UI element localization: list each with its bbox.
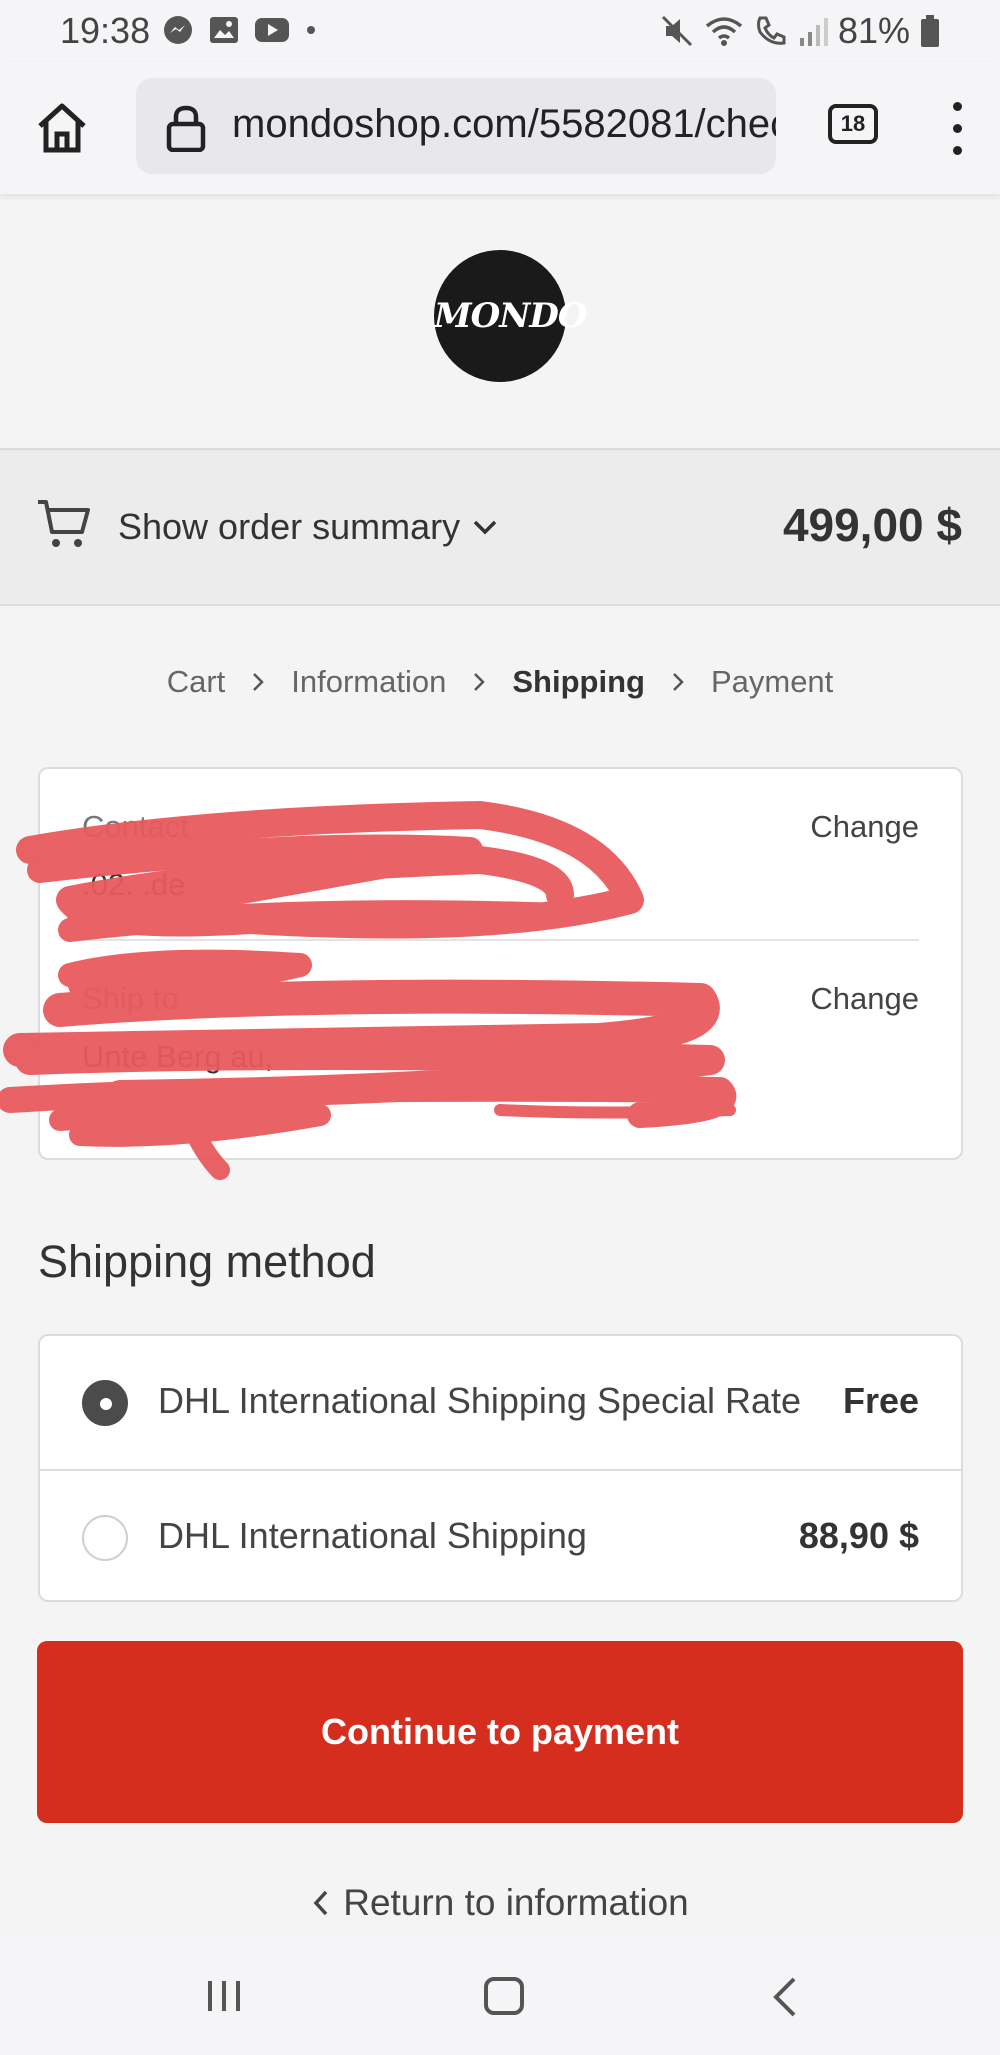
shipping-option[interactable]: DHL International Shipping Special Rate … <box>40 1336 961 1469</box>
address-bar[interactable]: mondoshop.com/5582081/checkouts <box>136 78 776 174</box>
status-bar: 19:38 81% <box>0 0 1000 62</box>
chevron-right-icon <box>673 673 684 691</box>
cart-icon <box>38 500 90 547</box>
show-order-summary-toggle[interactable]: Show order summary <box>118 506 498 548</box>
contact-value: .02. .de <box>82 867 186 902</box>
site-header: MONDO <box>0 194 1000 450</box>
order-summary-label: Show order summary <box>118 506 461 547</box>
shipping-option[interactable]: DHL International Shipping 88,90 $ <box>40 1469 961 1602</box>
breadcrumb-shipping: Shipping <box>512 664 645 699</box>
return-label: Return to information <box>343 1882 689 1923</box>
lock-icon <box>166 105 206 152</box>
system-indicators: 81% <box>660 10 940 52</box>
contact-label: Contact <box>82 809 189 844</box>
mute-icon <box>661 15 692 47</box>
radio-selected[interactable] <box>82 1380 128 1426</box>
shipping-option-name: DHL International Shipping <box>158 1515 587 1556</box>
ship-to-row: Ship to Unte Berg au, Change <box>82 981 919 1075</box>
ship-to-value: Unte Berg au, <box>82 1039 274 1074</box>
shipping-method-title: Shipping method <box>38 1236 376 1287</box>
call-icon <box>756 16 786 45</box>
mondo-logo[interactable]: MONDO <box>434 250 587 382</box>
signal-icon <box>799 18 828 46</box>
notification-icons <box>162 14 318 46</box>
wifi-icon <box>705 17 743 46</box>
breadcrumb-payment: Payment <box>710 664 834 699</box>
browser-toolbar: mondoshop.com/5582081/checkouts 18 <box>0 62 1000 194</box>
shipping-option-price: 88,90 $ <box>798 1515 919 1556</box>
back-icon[interactable] <box>770 1975 800 2019</box>
order-total: 499,00 $ <box>782 499 962 551</box>
messenger-icon <box>164 16 192 44</box>
gallery-icon <box>210 17 238 43</box>
contact-row: Contact .02. .de Change <box>82 809 919 903</box>
tab-count-button[interactable]: 18 <box>828 104 878 144</box>
status-time: 19:38 <box>60 10 151 51</box>
chevron-down-icon <box>473 520 497 535</box>
dot-icon <box>307 26 315 34</box>
more-menu-icon[interactable] <box>945 98 969 158</box>
shipping-option-name: DHL International Shipping Special Rate <box>158 1380 802 1421</box>
breadcrumb: Cart Information Shipping Payment <box>0 664 1000 700</box>
chevron-right-icon <box>474 673 486 691</box>
battery-icon <box>921 15 939 47</box>
checkout-review-box: Contact .02. .de Change Ship to Unte Ber… <box>38 767 963 1160</box>
battery-percent: 81% <box>837 10 910 51</box>
shipping-option-price: Free <box>842 1380 919 1421</box>
recents-icon[interactable] <box>206 1979 242 2013</box>
system-nav-bar <box>0 1935 1000 2055</box>
order-summary-bar[interactable]: Show order summary 499,00 $ <box>0 450 1000 606</box>
chevron-right-icon <box>253 673 265 691</box>
shipping-methods-list: DHL International Shipping Special Rate … <box>38 1334 963 1602</box>
radio-unselected[interactable] <box>82 1515 128 1561</box>
review-divider <box>82 939 919 941</box>
home-icon[interactable] <box>34 100 90 156</box>
contact-change-link[interactable]: Change <box>810 809 919 845</box>
chevron-left-icon <box>313 1890 328 1916</box>
continue-to-payment-button[interactable]: Continue to payment <box>37 1641 963 1823</box>
url-text: mondoshop.com/5582081/checkouts <box>232 102 776 146</box>
breadcrumb-cart[interactable]: Cart <box>167 664 226 700</box>
ship-to-change-link[interactable]: Change <box>810 981 919 1017</box>
ship-to-label: Ship to <box>82 981 179 1016</box>
youtube-icon <box>255 18 289 42</box>
home-nav-icon[interactable] <box>484 1977 524 2015</box>
breadcrumb-information[interactable]: Information <box>291 664 446 700</box>
return-to-information-link[interactable]: Return to information <box>0 1882 1000 1924</box>
